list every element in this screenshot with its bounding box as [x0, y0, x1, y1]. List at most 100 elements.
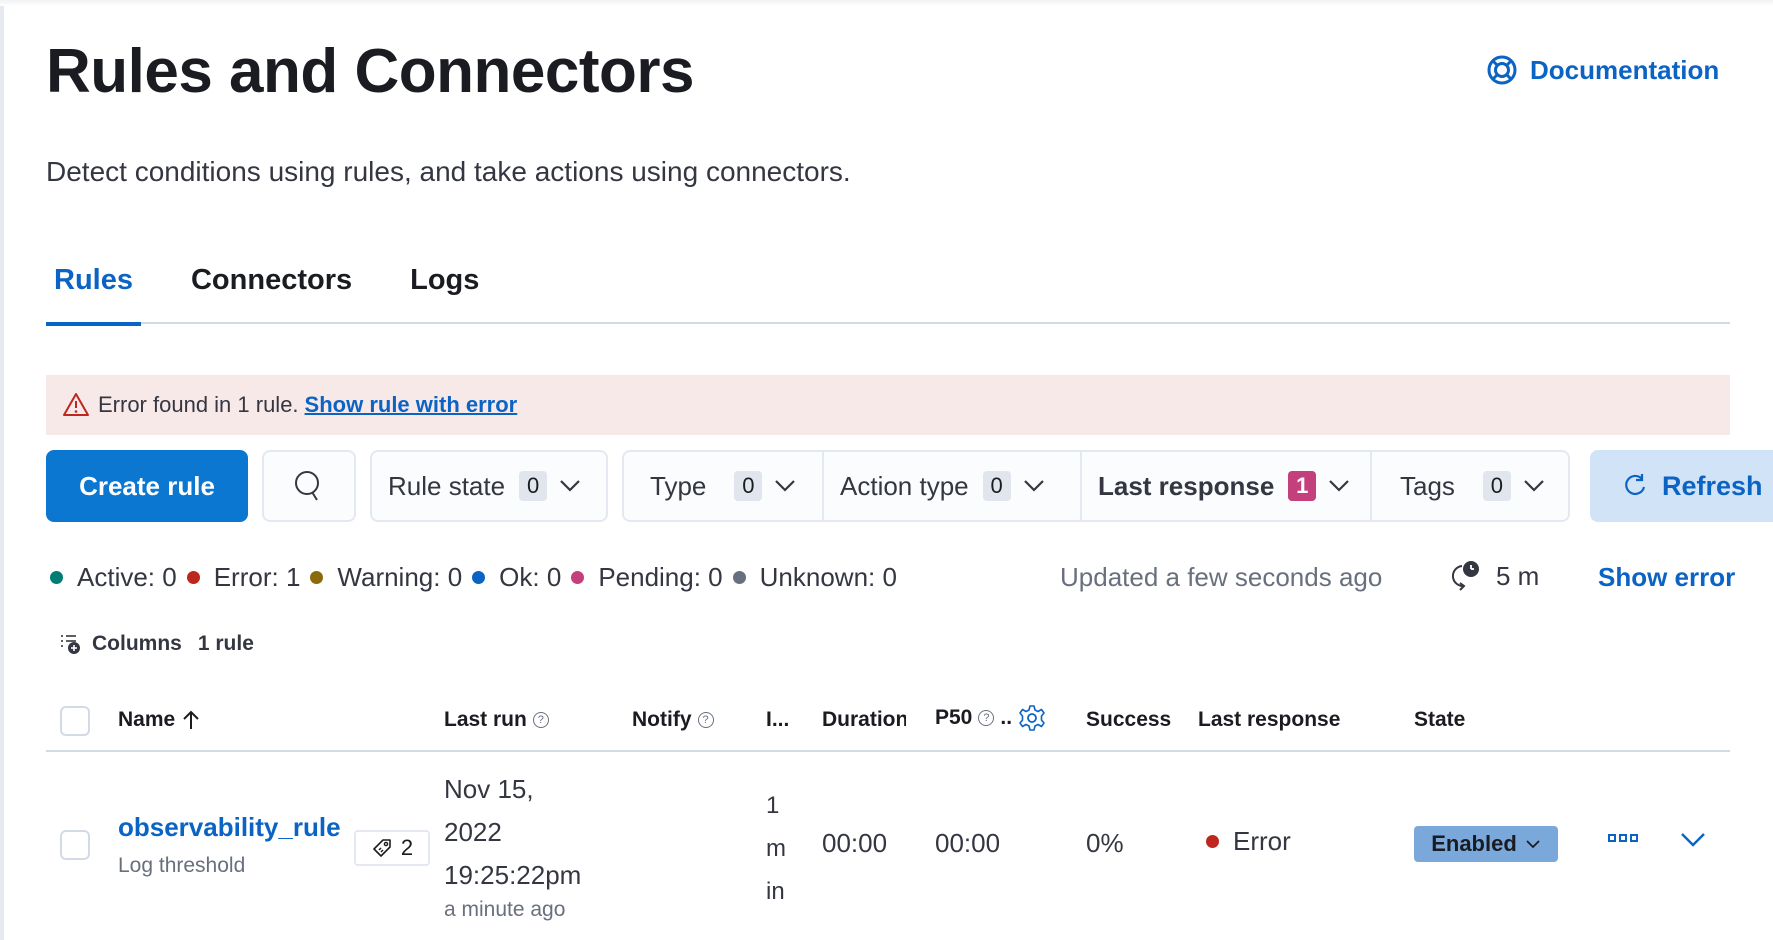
column-header-notify[interactable]: Notify ?: [632, 708, 714, 732]
rule-state-filter-group: Rule state 0: [370, 450, 608, 522]
last-run-date-line: Nov 15,: [444, 774, 534, 804]
page-left-border: [0, 0, 4, 940]
status-label: Ok: 0: [499, 562, 562, 592]
select-all-checkbox[interactable]: [60, 706, 90, 736]
documentation-link[interactable]: Documentation: [1486, 54, 1719, 86]
chevron-down-icon: [1524, 480, 1544, 492]
gear-icon[interactable]: [1018, 704, 1046, 732]
filter-label: Type: [650, 470, 707, 501]
rule-name-link[interactable]: observability_rule: [118, 812, 341, 843]
dot-icon: [1608, 834, 1616, 842]
status-label: Unknown: 0: [759, 562, 897, 592]
status-error: Error: 1: [186, 562, 301, 593]
rule-count: 1 rule: [197, 632, 254, 655]
filter-label: Last response: [1098, 470, 1275, 501]
create-rule-button[interactable]: Create rule: [46, 450, 248, 522]
column-header-label: Duration: [822, 708, 906, 731]
sort-ascending-icon: [183, 710, 199, 729]
help-icon[interactable]: ?: [697, 712, 714, 728]
last-run-date: Nov 15, 2022 19:25:22pm: [444, 768, 581, 897]
column-header-label: Last response: [1198, 708, 1341, 731]
state-label: Enabled: [1431, 831, 1517, 856]
filter-count-badge: 0: [734, 471, 763, 501]
status-label: Warning: 0: [337, 562, 463, 592]
tags-count: 2: [400, 835, 414, 860]
table-header: Name Last run ? Notify ? I... Duration P…: [46, 690, 1730, 752]
more-actions-button[interactable]: [1608, 834, 1638, 842]
tab-connectors[interactable]: Connectors: [183, 258, 360, 324]
column-header-name[interactable]: Name: [118, 708, 201, 732]
status-label: Active: 0: [77, 562, 177, 592]
table-row: observability_rule Log threshold 2 Nov 1…: [46, 754, 1730, 940]
columns-icon[interactable]: [60, 633, 82, 655]
help-icon[interactable]: ?: [978, 710, 995, 726]
interval-line: 1: [766, 792, 780, 819]
tab-rules[interactable]: Rules: [46, 258, 141, 326]
filter-type[interactable]: Type 0: [624, 452, 824, 520]
success-ratio-cell: 0%: [1086, 828, 1124, 858]
interval-value: 5 m: [1496, 560, 1540, 591]
filter-rule-state[interactable]: Rule state 0: [372, 452, 597, 520]
last-response-label: Error: [1233, 826, 1291, 856]
search-button[interactable]: [262, 450, 356, 522]
error-callout: Error found in 1 rule. Show rule with er…: [46, 375, 1730, 435]
column-header-label: P50: [935, 706, 973, 729]
refresh-label: Refresh: [1662, 470, 1763, 501]
filter-last-response[interactable]: Last response 1: [1082, 452, 1372, 520]
filter-label: Tags: [1400, 470, 1455, 501]
column-header-label: Success: [1086, 708, 1172, 731]
page-top-shadow: [0, 0, 1773, 6]
warning-icon: [63, 393, 89, 416]
chevron-down-icon: [775, 480, 796, 492]
show-rule-with-error-link[interactable]: Show rule with error: [305, 392, 518, 418]
state-dropdown[interactable]: Enabled: [1414, 826, 1558, 862]
row-select-checkbox[interactable]: [60, 830, 90, 860]
last-response-cell: Error: [1206, 826, 1291, 857]
filter-count-badge: 0: [982, 471, 1011, 501]
filter-label: Rule state: [388, 470, 506, 501]
status-warning: Warning: 0: [310, 562, 462, 593]
refresh-button[interactable]: Refresh: [1590, 450, 1773, 522]
last-updated-text: Updated a few seconds ago: [1060, 562, 1383, 592]
chevron-down-icon: [1526, 840, 1540, 849]
show-error-link[interactable]: Show error: [1598, 562, 1735, 593]
tags-badge[interactable]: 2: [354, 830, 430, 866]
column-header-last-run[interactable]: Last run ?: [444, 708, 549, 732]
tab-logs[interactable]: Logs: [402, 258, 487, 324]
status-unknown: Unknown: 0: [732, 562, 897, 593]
column-header-success[interactable]: Success: [1086, 708, 1172, 732]
status-dot: [50, 571, 63, 584]
last-run-time: 19:25:22pm: [444, 860, 582, 890]
interval-line: m: [766, 835, 786, 862]
columns-button[interactable]: Columns: [92, 632, 182, 656]
interval-cell: 1 m in: [766, 784, 796, 913]
filter-count-badge: 0: [519, 471, 548, 501]
column-header-p50[interactable]: P50 ? ..: [935, 704, 1046, 732]
chevron-down-icon: [560, 480, 580, 492]
column-header-overflow: ..: [1000, 706, 1013, 729]
status-dot: [472, 571, 486, 584]
filter-count-badge: 1: [1288, 471, 1317, 501]
filter-tags[interactable]: Tags 0: [1372, 452, 1561, 520]
chevron-down-icon: [1681, 833, 1705, 847]
columns-toolbar: Columns 1 rule: [60, 632, 254, 656]
column-header-state[interactable]: State: [1414, 708, 1465, 732]
dot-icon: [1630, 834, 1638, 842]
expand-row-button[interactable]: [1680, 832, 1706, 853]
dot-icon: [1619, 834, 1627, 842]
status-dot: [186, 571, 200, 584]
column-header-interval[interactable]: I...: [766, 708, 789, 732]
tag-icon: [373, 839, 391, 857]
interval-line: in: [766, 878, 785, 905]
column-header-label: Name: [118, 708, 176, 731]
filter-action-type[interactable]: Action type 0: [824, 452, 1082, 520]
status-label: Error: 1: [213, 562, 301, 592]
column-header-last-response[interactable]: Last response: [1198, 708, 1340, 732]
refresh-interval[interactable]: 5 m: [1452, 560, 1539, 592]
rule-status-summary: Active: 0 Error: 1 Warning: 0 Ok: 0 Pend…: [50, 562, 907, 593]
page-title: Rules and Connectors: [46, 37, 695, 106]
help-icon[interactable]: ?: [532, 712, 549, 728]
last-run-relative: a minute ago: [444, 898, 566, 921]
duration-cell: 00:00: [822, 828, 888, 858]
column-header-duration[interactable]: Duration: [822, 708, 906, 732]
